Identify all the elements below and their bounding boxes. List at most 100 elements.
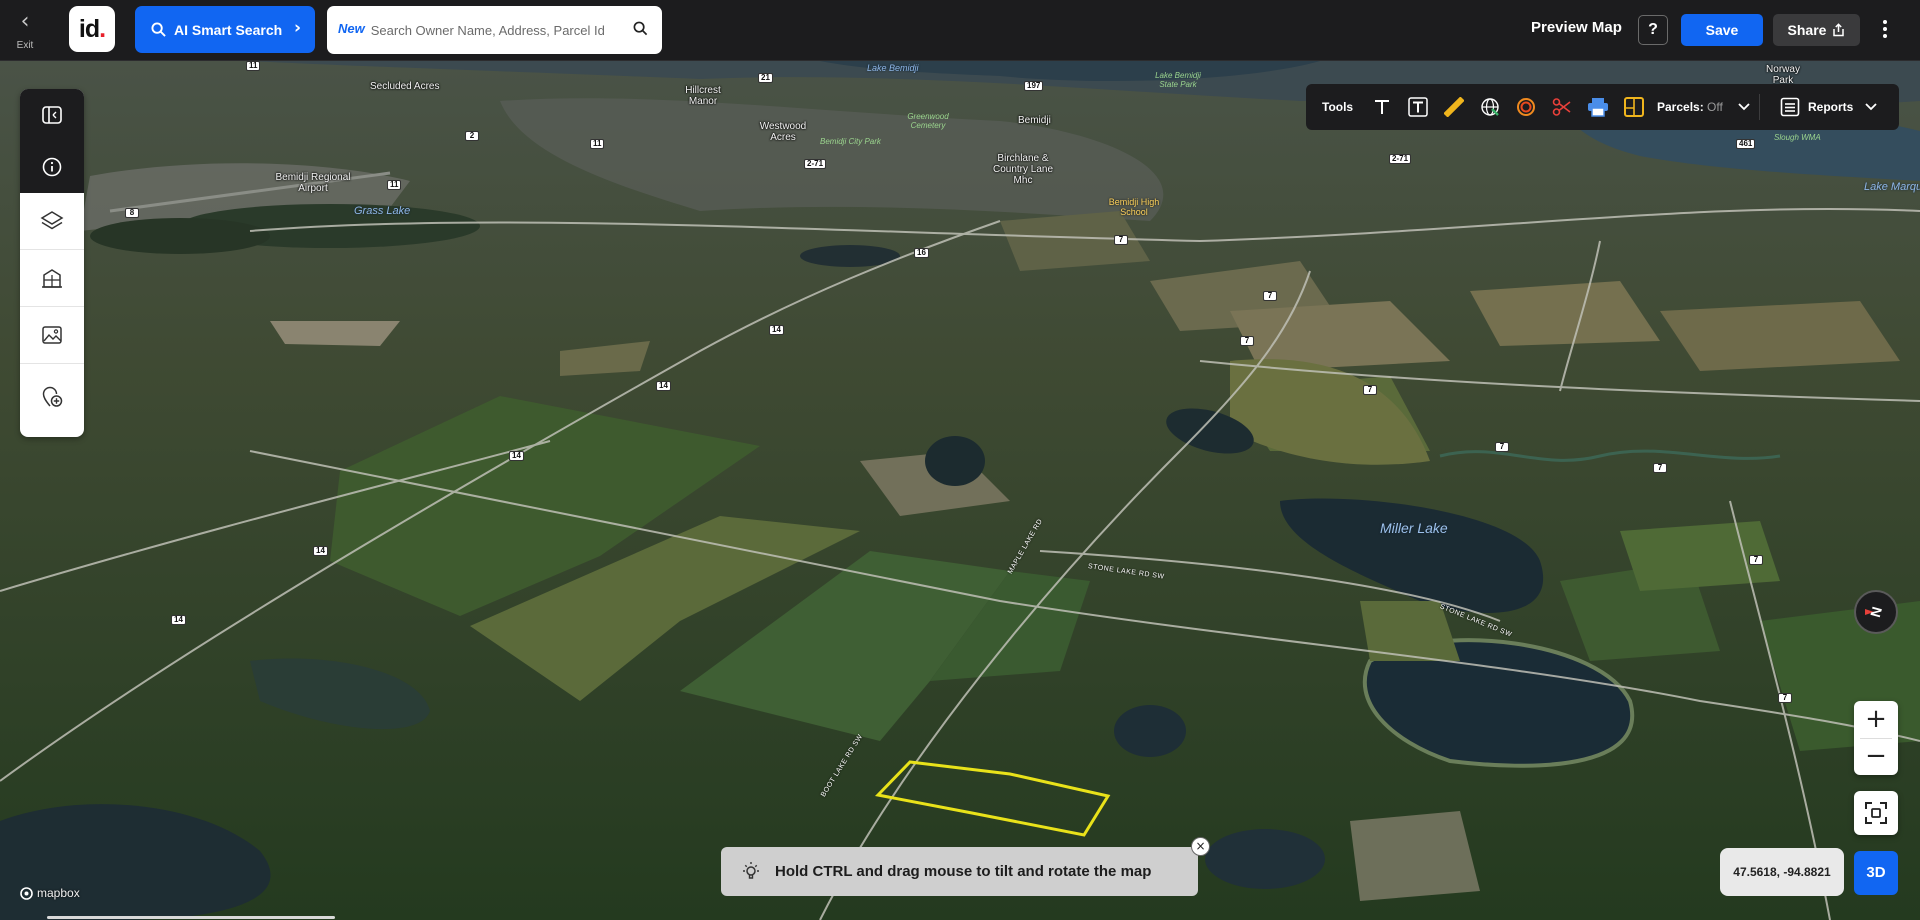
- route-shield: 8: [125, 208, 139, 218]
- route-shield: 14: [313, 546, 328, 556]
- tools-toolbar: Tools Parcels: Off Reports: [1306, 84, 1899, 130]
- compass-icon: N: [1865, 605, 1885, 619]
- preview-map-button[interactable]: Preview Map: [1531, 19, 1622, 36]
- radius-tool[interactable]: [1514, 95, 1538, 119]
- horizontal-scrollbar[interactable]: [47, 916, 335, 919]
- left-toolbar: [20, 89, 84, 437]
- focus-frame-icon: [1865, 802, 1887, 824]
- layers-button[interactable]: [20, 193, 84, 249]
- route-shield: 2-71: [804, 159, 827, 169]
- panel-toggle-button[interactable]: [20, 89, 84, 141]
- parcels-state: Off: [1707, 100, 1723, 114]
- search-icon: [151, 22, 166, 37]
- route-shield: 197: [1024, 81, 1044, 91]
- exit-label: Exit: [16, 40, 34, 51]
- route-shield: 7: [1495, 442, 1509, 452]
- zoom-in-button[interactable]: +: [1854, 701, 1898, 738]
- more-menu-icon[interactable]: [1876, 18, 1894, 42]
- zoom-out-button[interactable]: −: [1854, 738, 1898, 775]
- chevron-down-icon: [1738, 103, 1750, 111]
- reports-dropdown[interactable]: Reports: [1780, 95, 1877, 119]
- chevron-right-icon: ›: [293, 18, 301, 38]
- info-button[interactable]: [20, 141, 84, 193]
- exit-button[interactable]: ‹ Exit: [8, 10, 42, 52]
- globe-measure-tool[interactable]: [1478, 95, 1502, 119]
- water-label: Lake Marque: [1864, 181, 1920, 193]
- route-shield: 461: [1736, 139, 1756, 149]
- add-location-button[interactable]: [20, 364, 84, 430]
- fit-bounds-button[interactable]: [1854, 791, 1898, 835]
- place-label: Hillcrest Manor: [685, 85, 721, 107]
- scissors-icon: [1552, 98, 1571, 116]
- route-shield: 11: [246, 61, 261, 71]
- ruler-tool[interactable]: [1442, 95, 1466, 119]
- print-tool[interactable]: [1586, 95, 1610, 119]
- park-label: Slough WMA: [1774, 133, 1821, 142]
- scissors-tool[interactable]: [1550, 95, 1574, 119]
- parcels-label: Parcels:: [1657, 100, 1704, 114]
- app-logo[interactable]: id.: [69, 6, 115, 52]
- search-box: New: [327, 6, 662, 54]
- close-icon[interactable]: ×: [1191, 837, 1210, 856]
- zoom-control: + −: [1854, 701, 1898, 775]
- lightbulb-icon: [743, 861, 759, 879]
- parcel-tool[interactable]: [1622, 95, 1646, 119]
- route-shield: 7: [1240, 336, 1254, 346]
- text-box-tool[interactable]: [1406, 95, 1430, 119]
- add-location-icon: [42, 386, 63, 407]
- reports-icon: [1780, 97, 1800, 117]
- parcel-icon: [1624, 97, 1644, 117]
- text-box-icon: [1408, 97, 1428, 117]
- route-shield: 11: [590, 139, 605, 149]
- place-label: Birchlane & Country Lane Mhc: [992, 153, 1054, 186]
- logo-dot: .: [99, 14, 106, 43]
- route-shield: 16: [914, 248, 929, 258]
- tip-toast: Hold CTRL and drag mouse to tilt and rot…: [721, 837, 1210, 896]
- reports-label: Reports: [1808, 100, 1854, 114]
- route-shield: 21: [758, 73, 773, 83]
- route-shield: 7: [1363, 385, 1377, 395]
- buildings-button[interactable]: [20, 250, 84, 306]
- mapbox-attribution[interactable]: mapbox: [20, 886, 80, 900]
- save-button[interactable]: Save: [1681, 14, 1763, 46]
- route-shield: 14: [171, 615, 186, 625]
- share-label: Share: [1787, 22, 1827, 38]
- mapbox-logo-icon: [20, 886, 33, 900]
- coordinates-readout: 47.5618, -94.8821: [1720, 848, 1844, 896]
- panel-toggle-icon: [42, 106, 62, 124]
- globe-measure-icon: [1481, 98, 1499, 116]
- route-shield: 2-71: [1389, 154, 1412, 164]
- share-icon: [1833, 23, 1845, 37]
- search-icon[interactable]: [633, 21, 648, 36]
- route-shield: 11: [387, 180, 402, 190]
- parcels-toggle[interactable]: Parcels: Off: [1657, 100, 1750, 114]
- water-label: Miller Lake: [1380, 520, 1448, 536]
- share-button[interactable]: Share: [1773, 14, 1860, 46]
- place-label: Westwood Acres: [759, 121, 807, 143]
- text-tool[interactable]: [1370, 95, 1394, 119]
- text-icon: [1375, 100, 1389, 114]
- route-shield: 7: [1263, 291, 1277, 301]
- ruler-icon: [1444, 97, 1464, 117]
- compass-button[interactable]: N: [1854, 590, 1898, 634]
- top-bar: ‹ Exit id. AI Smart Search › New Preview…: [0, 0, 1920, 61]
- route-shield: 7: [1778, 693, 1792, 703]
- image-icon: [42, 326, 62, 344]
- help-button[interactable]: ?: [1638, 15, 1668, 45]
- 3d-toggle-button[interactable]: 3D: [1854, 851, 1898, 895]
- route-shield: 7: [1653, 463, 1667, 473]
- logo-text: id: [78, 14, 100, 43]
- map-canvas[interactable]: Secluded Acres Hillcrest Manor Westwood …: [0, 61, 1920, 920]
- imagery-button[interactable]: [20, 307, 84, 363]
- route-shield: 14: [769, 325, 784, 335]
- search-input[interactable]: [370, 22, 631, 38]
- new-badge: New: [338, 20, 365, 36]
- route-shield: 14: [656, 381, 671, 391]
- chevron-down-icon: [1865, 103, 1877, 111]
- tools-label: Tools: [1322, 100, 1354, 114]
- buildings-icon: [42, 269, 62, 288]
- chevron-left-icon: ‹: [20, 9, 30, 34]
- ai-smart-search-button[interactable]: AI Smart Search ›: [135, 6, 315, 53]
- water-label: Grass Lake: [354, 205, 411, 217]
- place-label: Secluded Acres: [370, 81, 440, 92]
